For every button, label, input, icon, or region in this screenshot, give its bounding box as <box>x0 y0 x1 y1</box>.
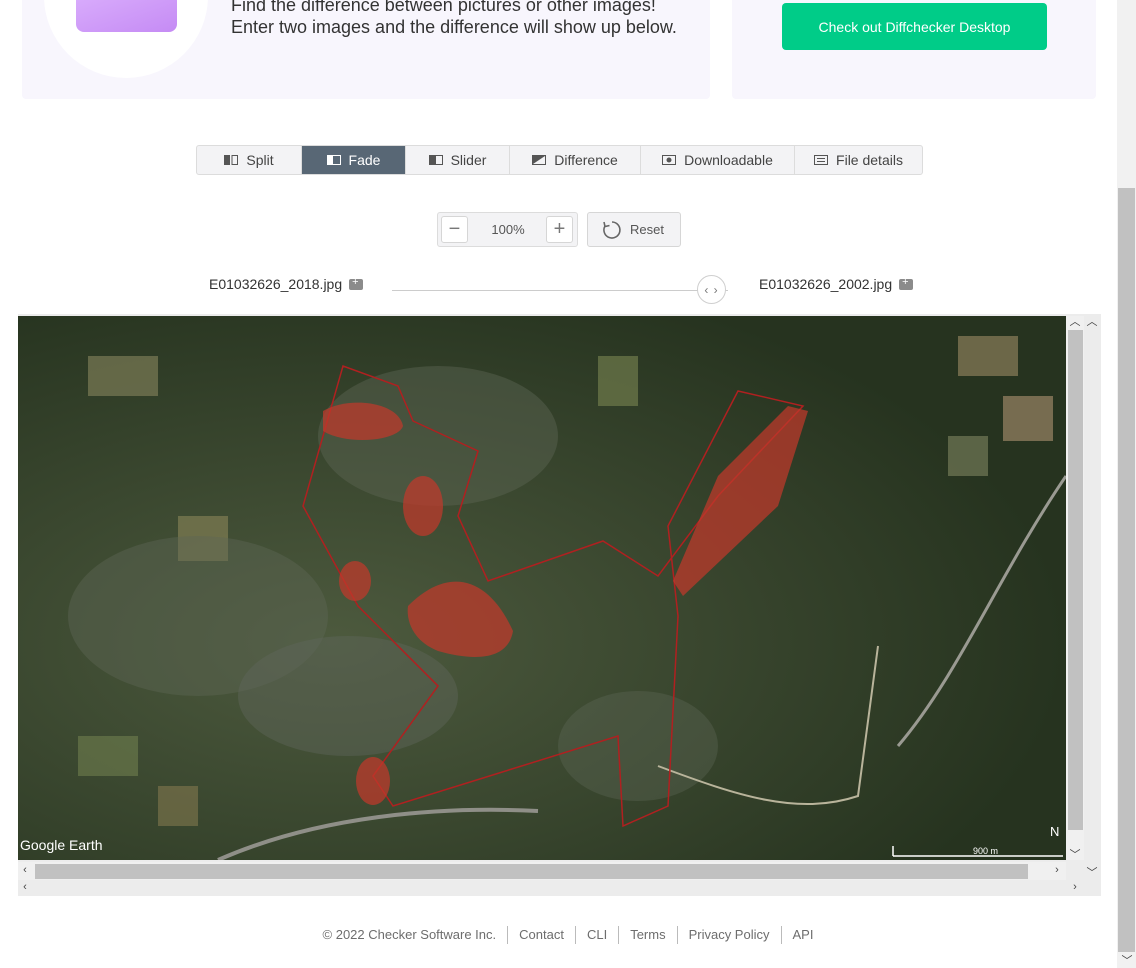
left-file[interactable]: E01032626_2018.jpg <box>209 276 364 292</box>
right-file[interactable]: E01032626_2002.jpg <box>759 276 914 292</box>
page-scroll-down-icon[interactable]: ﹀ <box>1120 952 1134 968</box>
fade-slider-track[interactable] <box>392 290 728 291</box>
slider-icon <box>428 155 443 165</box>
left-file-name: E01032626_2018.jpg <box>209 276 343 292</box>
zoom-in-button[interactable]: + <box>546 216 573 243</box>
reset-label: Reset <box>630 222 664 237</box>
fade-slider-handle[interactable]: ‹ › <box>697 275 726 304</box>
footer-link-privacy-policy[interactable]: Privacy Policy <box>678 926 782 944</box>
image-vertical-scroll-thumb[interactable] <box>1068 330 1083 830</box>
zoom-level: 100% <box>491 222 525 237</box>
tab-slider[interactable]: Slider <box>406 146 510 174</box>
promo-text: Find the difference between pictures or … <box>231 0 677 38</box>
google-earth-watermark: Google Earth <box>20 837 103 853</box>
tab-label: Slider <box>450 152 487 168</box>
split-icon <box>224 155 239 165</box>
folder-add-icon[interactable] <box>899 276 914 290</box>
image-horizontal-scroll-thumb[interactable] <box>35 864 1028 879</box>
footer-copyright: © 2022 Checker Software Inc. <box>312 926 509 944</box>
chevrons-icon: ‹ › <box>704 282 719 297</box>
tab-file-details[interactable]: File details <box>795 146 922 174</box>
footer-link-api[interactable]: API <box>782 926 825 944</box>
north-label: N <box>1050 824 1059 839</box>
scroll-down-icon[interactable]: ﹀ <box>1068 846 1082 862</box>
footer-link-cli[interactable]: CLI <box>576 926 620 944</box>
scroll-left-icon[interactable]: ‹ <box>18 864 32 876</box>
diffchecker-desktop-button[interactable]: Check out Diffchecker Desktop <box>782 3 1047 50</box>
tab-split[interactable]: Split <box>197 146 302 174</box>
satellite-map: 900 m N Google Earth <box>18 316 1066 860</box>
tab-fade[interactable]: Fade <box>302 146 406 174</box>
scroll-right-icon[interactable]: › <box>1068 881 1082 893</box>
tab-label: Split <box>246 152 274 168</box>
tab-label: Downloadable <box>684 152 773 168</box>
tab-label: Fade <box>348 152 381 168</box>
difference-icon <box>532 155 547 165</box>
scroll-right-icon[interactable]: › <box>1050 864 1064 876</box>
promo-line-2: Enter two images and the difference will… <box>231 17 677 37</box>
tab-label: Difference <box>554 152 618 168</box>
footer-link-terms[interactable]: Terms <box>619 926 678 944</box>
folder-add-icon[interactable] <box>349 276 364 290</box>
right-file-name: E01032626_2002.jpg <box>759 276 893 292</box>
tab-difference[interactable]: Difference <box>510 146 641 174</box>
scale-label: 900 m <box>973 846 998 856</box>
file-details-icon <box>814 155 829 165</box>
footer-link-contact[interactable]: Contact <box>508 926 576 944</box>
tab-label: File details <box>836 152 903 168</box>
image-icon <box>76 0 177 32</box>
footer: © 2022 Checker Software Inc. Contact CLI… <box>0 926 1136 944</box>
promo-line-1: Find the difference between pictures or … <box>231 0 656 15</box>
scroll-down-icon[interactable]: ﹀ <box>1085 864 1099 880</box>
reset-icon <box>603 220 621 239</box>
zoom-out-button[interactable]: − <box>441 216 468 243</box>
scroll-left-icon[interactable]: ‹ <box>18 881 32 893</box>
view-mode-tabs: Split Fade Slider Difference Downloadabl… <box>196 145 923 175</box>
downloadable-icon <box>662 155 677 165</box>
zoom-control: − 100% + <box>437 212 578 247</box>
fade-icon <box>326 155 341 165</box>
reset-button[interactable]: Reset <box>587 212 681 247</box>
page-scroll-thumb[interactable] <box>1118 188 1135 952</box>
tab-downloadable[interactable]: Downloadable <box>641 146 795 174</box>
scroll-up-icon[interactable]: ︿ <box>1068 313 1082 329</box>
comparison-image[interactable]: 900 m N Google Earth <box>18 316 1066 860</box>
scroll-up-icon[interactable]: ︿ <box>1085 313 1099 329</box>
